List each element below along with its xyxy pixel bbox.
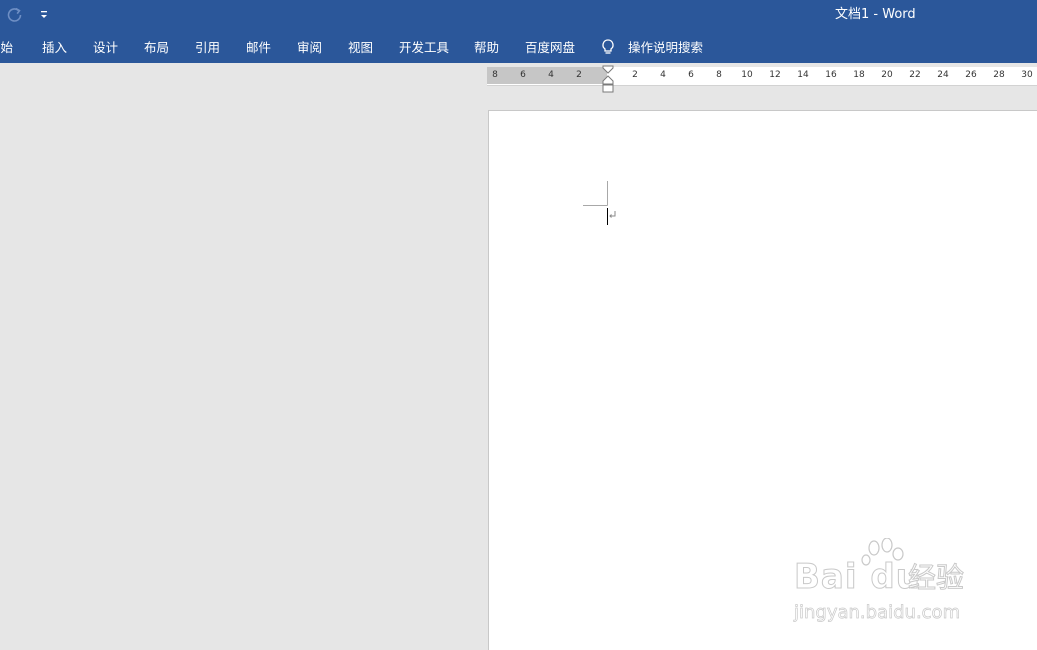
ruler-label: 22 xyxy=(909,70,921,80)
ruler-label: 8 xyxy=(716,70,722,80)
tab-layout[interactable]: 布局 xyxy=(144,40,169,55)
ruler-label: 6 xyxy=(688,70,694,80)
ruler-label: 30 xyxy=(1021,70,1033,80)
watermark-brand: Bai du xyxy=(794,557,921,597)
ruler-label: 2 xyxy=(576,70,582,80)
customize-quick-access-icon[interactable] xyxy=(38,7,50,23)
tab-view[interactable]: 视图 xyxy=(348,40,373,55)
document-title: 文档1 - Word xyxy=(835,7,916,22)
ruler-label: 2 xyxy=(632,70,638,80)
lightbulb-icon[interactable] xyxy=(600,38,616,56)
title-bar: 文档1 - Word xyxy=(0,0,1037,31)
ruler-label: 12 xyxy=(769,70,781,80)
redo-icon[interactable] xyxy=(6,6,24,24)
ruler-label: 28 xyxy=(993,70,1005,80)
baidu-jingyan-watermark: Bai du 经验 jingyan.baidu.com xyxy=(790,538,990,630)
ruler-label: 10 xyxy=(741,70,753,80)
tab-home[interactable]: 开始 xyxy=(0,40,13,55)
ruler-label: 18 xyxy=(853,70,865,80)
horizontal-ruler[interactable]: 8 6 4 2 2 4 6 8 10 12 14 16 18 20 22 24 … xyxy=(487,67,1037,86)
watermark-brand-cn: 经验 xyxy=(907,561,965,594)
ruler-label: 4 xyxy=(660,70,666,80)
ruler-label: 24 xyxy=(937,70,949,80)
tell-me-search[interactable]: 操作说明搜索 xyxy=(628,40,703,55)
tab-design[interactable]: 设计 xyxy=(93,40,118,55)
ruler-label: 6 xyxy=(520,70,526,80)
tab-developer[interactable]: 开发工具 xyxy=(399,40,449,55)
margin-corner-icon xyxy=(583,181,608,206)
watermark-url: jingyan.baidu.com xyxy=(794,602,961,624)
tab-insert[interactable]: 插入 xyxy=(42,40,67,55)
ribbon-tabs: 开始 插入 设计 布局 引用 邮件 审阅 视图 开发工具 帮助 百度网盘 操作说… xyxy=(0,31,1037,63)
tab-mailings[interactable]: 邮件 xyxy=(246,40,271,55)
paragraph-mark-icon xyxy=(609,211,616,218)
ruler-label: 14 xyxy=(797,70,809,80)
ruler-left-margin xyxy=(487,67,607,84)
indent-marker-icon[interactable] xyxy=(600,65,616,94)
tab-baidu-netdisk[interactable]: 百度网盘 xyxy=(525,40,575,55)
ruler-label: 4 xyxy=(548,70,554,80)
text-cursor xyxy=(607,208,608,225)
tab-review[interactable]: 审阅 xyxy=(297,40,322,55)
ruler-label: 20 xyxy=(881,70,893,80)
ruler-label: 26 xyxy=(965,70,977,80)
tab-help[interactable]: 帮助 xyxy=(474,40,499,55)
ruler-label: 8 xyxy=(492,70,498,80)
tab-references[interactable]: 引用 xyxy=(195,40,220,55)
ruler-label: 16 xyxy=(825,70,837,80)
